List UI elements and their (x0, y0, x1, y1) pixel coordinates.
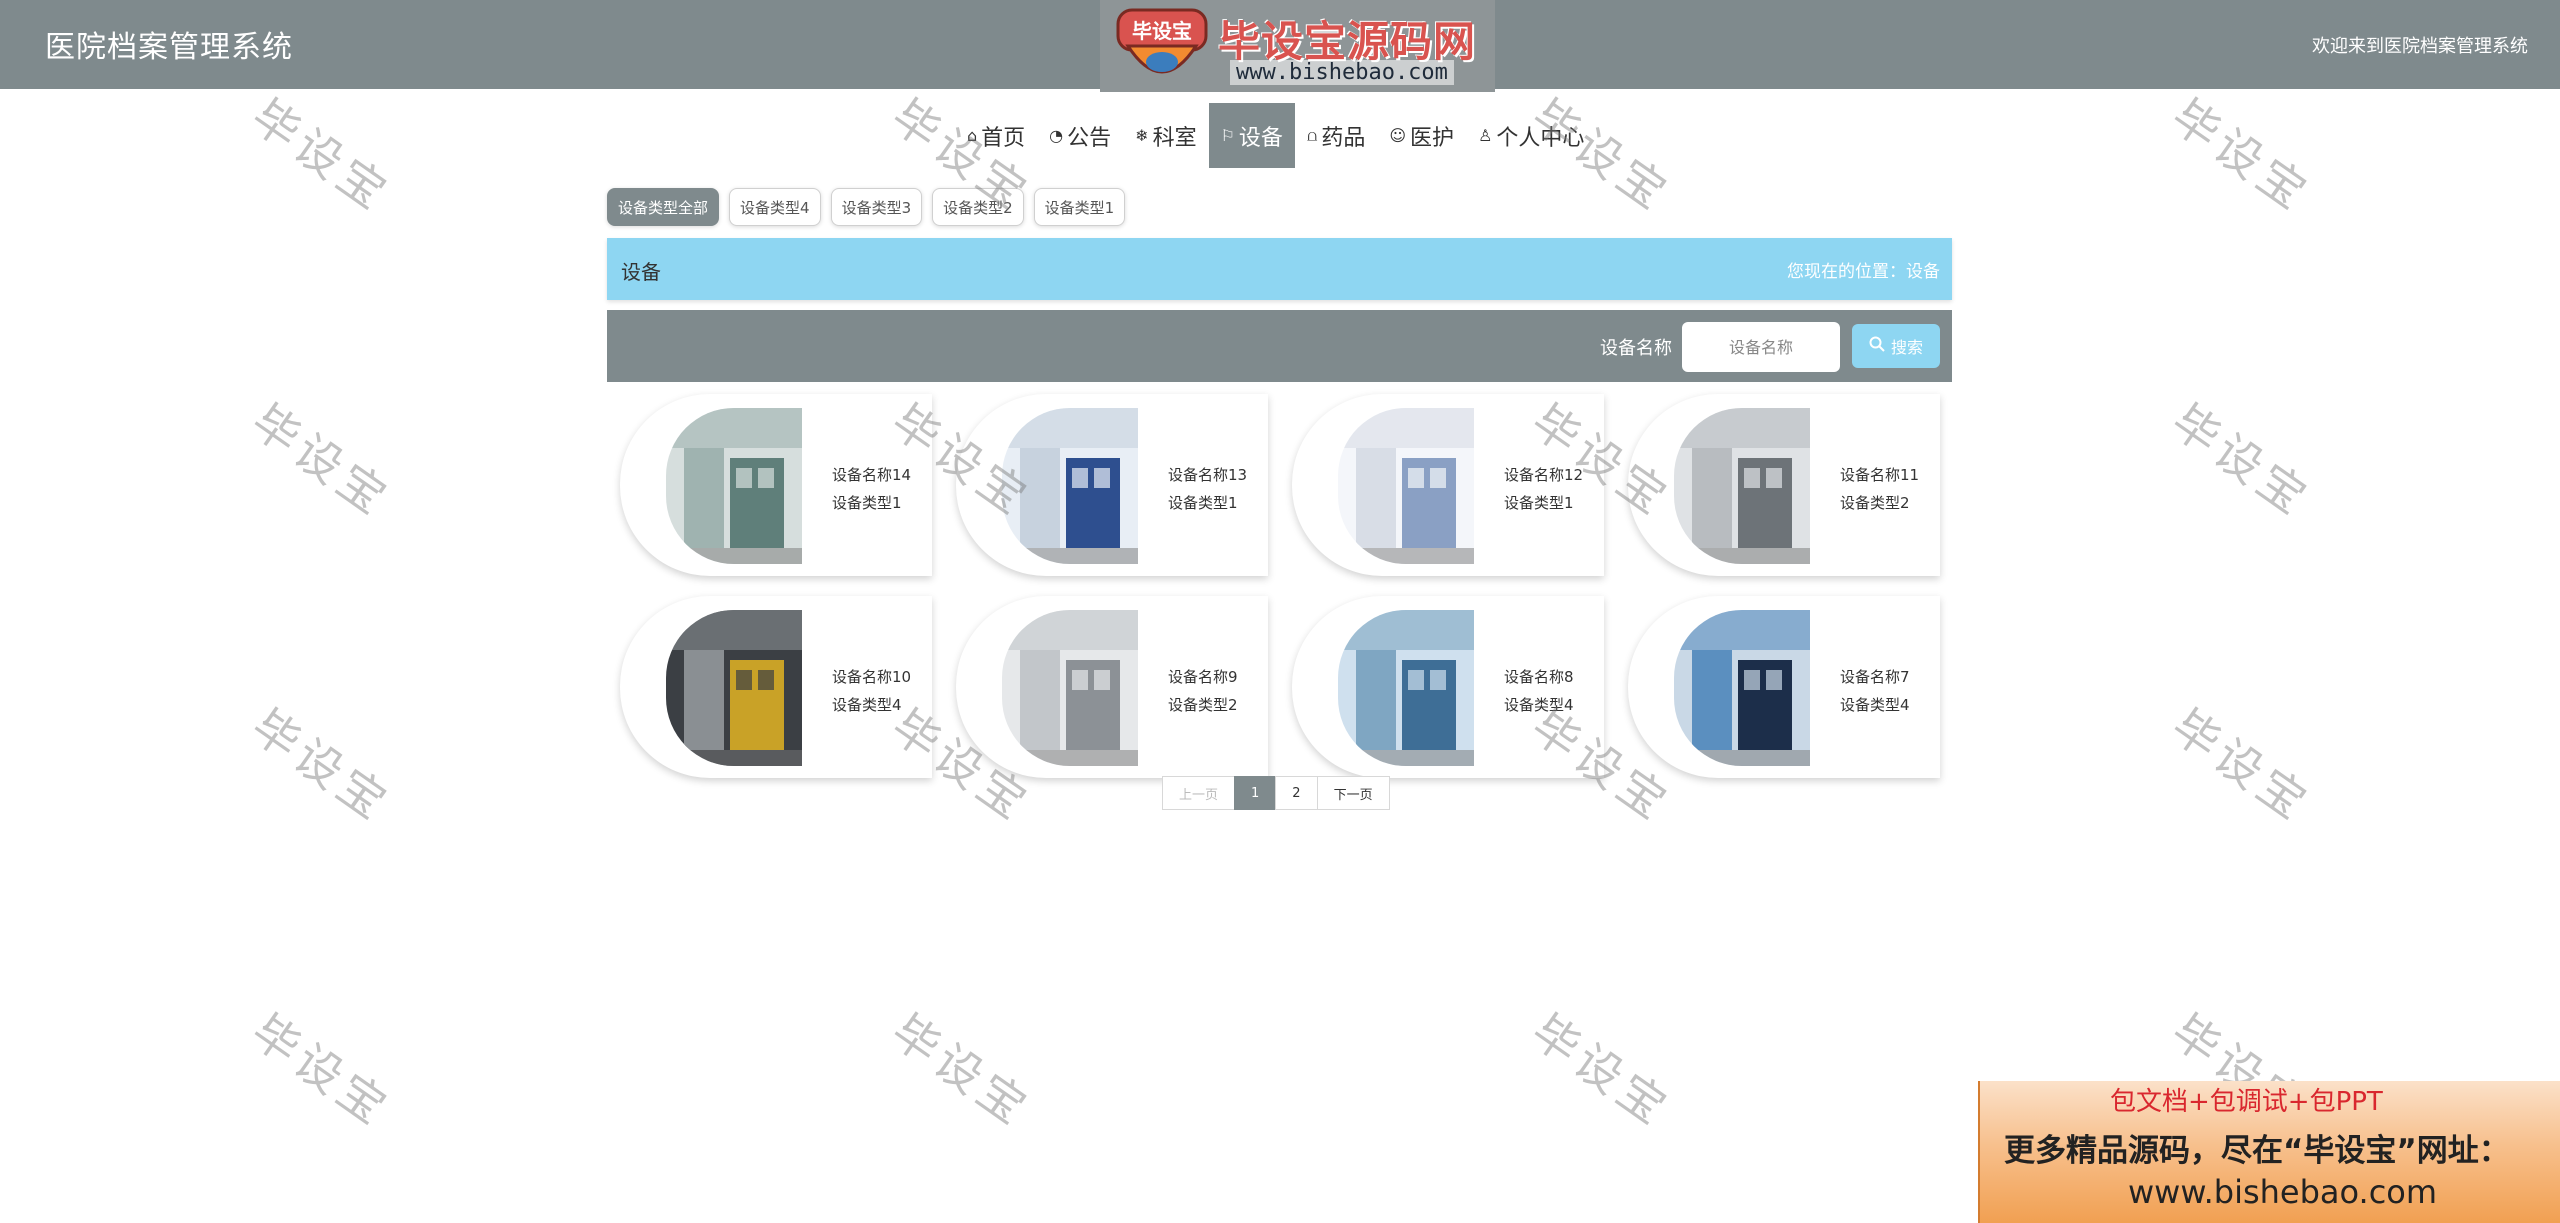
equipment-type: 设备类型1 (1504, 494, 1574, 512)
watermark: 毕设宝 (1521, 1003, 1681, 1138)
nav-item-label: 个人中心 (1496, 125, 1585, 151)
home-icon: ⌂ (967, 126, 978, 145)
pager-page[interactable]: 1 (1234, 776, 1277, 810)
section-title: 设备 (621, 260, 661, 284)
nav-item-5[interactable]: ☺ 医护 (1377, 103, 1466, 168)
logo-emblem: 毕设宝 (1114, 6, 1210, 86)
equipment-card[interactable]: 设备名称11 设备类型2 (1628, 394, 1940, 576)
flag-icon: ⚐ (1220, 126, 1235, 145)
watermark: 毕设宝 (241, 698, 401, 833)
promo-line-2: 更多精品源码，尽在“毕设宝”网址： (2004, 1133, 2510, 1169)
filter-chip[interactable]: 设备类型3 (830, 188, 923, 226)
watermark: 毕设宝 (241, 88, 401, 223)
equipment-type: 设备类型2 (1840, 494, 1910, 512)
pager-prev[interactable]: 上一页 (1162, 776, 1236, 810)
nav-item-1[interactable]: ◔ 公告 (1037, 103, 1123, 168)
search-input[interactable] (1682, 322, 1840, 372)
equipment-image[interactable] (1338, 408, 1474, 564)
snowflake-icon: ❄ (1135, 126, 1149, 145)
equipment-name[interactable]: 设备名称11 (1840, 464, 1919, 485)
nav-item-label: 公告 (1067, 125, 1112, 151)
watermark: 毕设宝 (241, 393, 401, 528)
search-icon (1869, 336, 1885, 356)
search-bar: 设备名称 搜索 (607, 310, 1952, 382)
filter-chip[interactable]: 设备类型4 (729, 188, 821, 226)
equipment-image[interactable] (1002, 610, 1138, 766)
equipment-card[interactable]: 设备名称13 设备类型1 (956, 394, 1268, 576)
equipment-type: 设备类型4 (1840, 696, 1910, 714)
promo-line-1: 包文档+包调试+包PPT (2110, 1087, 2383, 1117)
logo-url: www.bishebao.com (1230, 60, 1454, 85)
nav-item-label: 科室 (1152, 125, 1197, 151)
equipment-name[interactable]: 设备名称9 (1168, 666, 1238, 687)
search-label: 设备名称 (1600, 338, 1672, 359)
dashboard-icon: ◔ (1049, 126, 1064, 145)
nav-item-label: 设备 (1238, 125, 1283, 151)
nav-item-2[interactable]: ❄ 科室 (1123, 103, 1208, 168)
welcome-text: 欢迎来到医院档案管理系统 (2312, 36, 2528, 57)
watermark: 毕设宝 (2161, 393, 2321, 528)
site-title: 医院档案管理系统 (45, 30, 293, 65)
pagination: 上一页 1 2 下一页 (1162, 776, 1390, 810)
equipment-image[interactable] (666, 610, 802, 766)
nav-item-6[interactable]: ♙ 个人中心 (1466, 103, 1596, 168)
user-icon: ♙ (1478, 126, 1493, 145)
equipment-name[interactable]: 设备名称12 (1504, 464, 1583, 485)
pager-next[interactable]: 下一页 (1316, 776, 1390, 810)
filter-chip[interactable]: 设备类型2 (932, 188, 1024, 226)
watermark: 毕设宝 (881, 1003, 1041, 1138)
equipment-grid: 设备名称14 设备类型1 设备名称13 设备类型1 设备名称12 设备类型1 设备名称11 设… (620, 394, 1950, 778)
equipment-type: 设备类型4 (1504, 696, 1574, 714)
promo-banner: 包文档+包调试+包PPT 更多精品源码，尽在“毕设宝”网址： www.bishe… (1978, 1081, 2560, 1223)
equipment-name[interactable]: 设备名称7 (1840, 666, 1910, 687)
equipment-name[interactable]: 设备名称14 (832, 464, 911, 485)
equipment-image[interactable] (1338, 610, 1474, 766)
equipment-image[interactable] (666, 408, 802, 564)
promo-line-3: www.bishebao.com (2128, 1173, 2438, 1211)
nav-item-0[interactable]: ⌂ 首页 (955, 103, 1037, 168)
pager-page[interactable]: 2 (1275, 776, 1318, 810)
logo: 毕设宝 毕设宝源码网 www.bishebao.com (1100, 0, 1495, 92)
equipment-name[interactable]: 设备名称13 (1168, 464, 1247, 485)
filter-chip[interactable]: 设备类型1 (1033, 188, 1126, 226)
main-nav: ⌂ 首页 ◔ 公告 ❄ 科室 ⚐ 设备 ⩍ 药品 ☺ 医护 ♙ 个人中心 (955, 103, 1596, 168)
nav-item-3[interactable]: ⚐ 设备 (1208, 103, 1295, 168)
equipment-name[interactable]: 设备名称10 (832, 666, 911, 687)
equipment-card[interactable]: 设备名称8 设备类型4 (1292, 596, 1604, 778)
equipment-type: 设备类型1 (1168, 494, 1238, 512)
search-button[interactable]: 搜索 (1852, 324, 1940, 368)
nav-item-label: 首页 (981, 125, 1026, 151)
equipment-card[interactable]: 设备名称10 设备类型4 (620, 596, 932, 778)
equipment-image[interactable] (1002, 408, 1138, 564)
nav-item-label: 药品 (1321, 125, 1366, 151)
logo-emblem-text: 毕设宝 (1132, 19, 1192, 43)
book-icon: ⩍ (1306, 125, 1318, 145)
equipment-type: 设备类型4 (832, 696, 902, 714)
category-filters: 设备类型全部 设备类型4 设备类型3 设备类型2 设备类型1 (607, 188, 1126, 226)
equipment-card[interactable]: 设备名称12 设备类型1 (1292, 394, 1604, 576)
watermark: 毕设宝 (241, 1003, 401, 1138)
nav-item-4[interactable]: ⩍ 药品 (1295, 103, 1377, 168)
search-button-label: 搜索 (1890, 338, 1923, 357)
smile-icon: ☺ (1389, 126, 1407, 145)
equipment-type: 设备类型2 (1168, 696, 1238, 714)
equipment-image[interactable] (1674, 408, 1810, 564)
filter-chip[interactable]: 设备类型全部 (607, 188, 720, 226)
equipment-card[interactable]: 设备名称7 设备类型4 (1628, 596, 1940, 778)
section-header: 设备 您现在的位置：设备 (607, 238, 1952, 300)
equipment-card[interactable]: 设备名称14 设备类型1 (620, 394, 932, 576)
breadcrumb: 您现在的位置：设备 (1787, 262, 1940, 282)
watermark: 毕设宝 (2161, 698, 2321, 833)
equipment-card[interactable]: 设备名称9 设备类型2 (956, 596, 1268, 778)
nav-item-label: 医护 (1410, 125, 1455, 151)
equipment-type: 设备类型1 (832, 494, 902, 512)
watermark: 毕设宝 (2161, 88, 2321, 223)
equipment-name[interactable]: 设备名称8 (1504, 666, 1574, 687)
equipment-image[interactable] (1674, 610, 1810, 766)
